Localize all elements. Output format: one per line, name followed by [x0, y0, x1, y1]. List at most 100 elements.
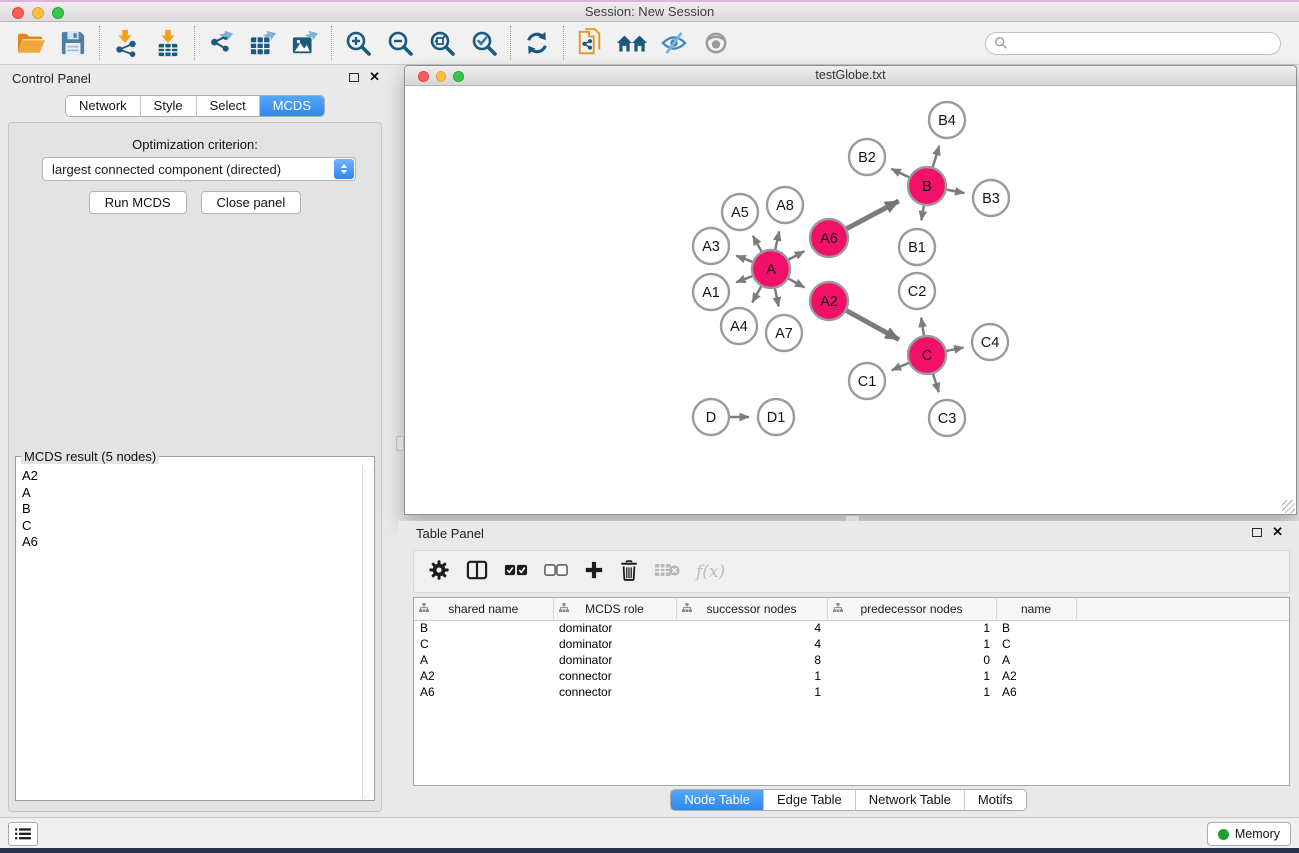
table-cell[interactable]: A2: [996, 668, 1076, 684]
select-all-rows-button[interactable]: [504, 564, 528, 579]
zoom-in-button[interactable]: [337, 24, 379, 62]
table-row[interactable]: Adominator80A: [414, 652, 1290, 668]
mcds-result-list[interactable]: A2ABCA6: [17, 466, 361, 799]
task-list-button[interactable]: [8, 822, 38, 846]
network-window-titlebar[interactable]: testGlobe.txt: [405, 66, 1296, 86]
tab-motifs[interactable]: Motifs: [964, 790, 1026, 810]
table-row[interactable]: A6connector11A6: [414, 684, 1290, 700]
table-cell[interactable]: 4: [676, 620, 827, 636]
mcds-result-item[interactable]: C: [22, 518, 361, 535]
mcds-result-item[interactable]: A6: [22, 534, 361, 551]
mcds-result-item[interactable]: A: [22, 485, 361, 502]
table-cell[interactable]: connector: [553, 684, 676, 700]
table-row[interactable]: Cdominator41C: [414, 636, 1290, 652]
deselect-all-rows-button[interactable]: [544, 564, 568, 579]
mcds-result-item[interactable]: B: [22, 501, 361, 518]
home-layout-button[interactable]: [611, 24, 653, 62]
table-cell[interactable]: dominator: [553, 620, 676, 636]
column-header-successor-nodes[interactable]: successor nodes: [676, 598, 827, 620]
import-network-button[interactable]: [105, 24, 147, 62]
mcds-result-item[interactable]: A2: [22, 468, 361, 485]
table-cell[interactable]: B: [414, 620, 553, 636]
tab-network-table[interactable]: Network Table: [855, 790, 964, 810]
tab-select[interactable]: Select: [196, 96, 259, 116]
graph-edge-B-B4[interactable]: [932, 146, 939, 170]
table-cell[interactable]: 1: [827, 668, 996, 684]
criterion-select[interactable]: largest connected component (directed): [42, 157, 356, 181]
table-cell[interactable]: A2: [414, 668, 553, 684]
run-mcds-button[interactable]: Run MCDS: [89, 191, 187, 214]
table-settings-button[interactable]: [428, 559, 450, 584]
result-scrollbar[interactable]: [362, 466, 373, 799]
statusbar: Memory: [0, 817, 1299, 848]
graph-edge-C-C3[interactable]: [932, 371, 939, 392]
column-header-name[interactable]: name: [996, 598, 1076, 620]
tab-node-table[interactable]: Node Table: [671, 790, 763, 810]
close-panel-icon[interactable]: ✕: [369, 72, 380, 82]
save-session-button[interactable]: [52, 24, 94, 62]
column-header-predecessor-nodes[interactable]: predecessor nodes: [827, 598, 996, 620]
table-row[interactable]: A2connector11A2: [414, 668, 1290, 684]
add-column-button[interactable]: [584, 560, 604, 583]
tab-style[interactable]: Style: [140, 96, 196, 116]
graph-edge-A-A4[interactable]: [752, 284, 762, 303]
search-input[interactable]: [1008, 34, 1280, 53]
vertical-splitter-handle[interactable]: [396, 436, 404, 451]
close-panel-button[interactable]: Close panel: [201, 191, 302, 214]
titlebar: Session: New Session: [0, 0, 1299, 22]
delete-column-button[interactable]: [620, 560, 638, 584]
table-cell[interactable]: 8: [676, 652, 827, 668]
zoom-out-button[interactable]: [379, 24, 421, 62]
table-cell[interactable]: 1: [676, 668, 827, 684]
window-resize-grip[interactable]: [1282, 500, 1295, 513]
graph-edge-A-A8[interactable]: [775, 231, 780, 252]
graph-edge-A6-B[interactable]: [844, 201, 899, 230]
tab-network[interactable]: Network: [66, 96, 140, 116]
table-cell[interactable]: 1: [676, 684, 827, 700]
column-view-button[interactable]: [466, 560, 488, 583]
show-panels-button[interactable]: [695, 24, 737, 62]
export-network-button[interactable]: [200, 24, 242, 62]
duplicate-network-button[interactable]: [569, 24, 611, 62]
two-houses-icon: [616, 31, 648, 55]
refresh-view-button[interactable]: [516, 24, 558, 62]
table-cell[interactable]: C: [414, 636, 553, 652]
table-cell[interactable]: 0: [827, 652, 996, 668]
tab-mcds[interactable]: MCDS: [259, 96, 324, 116]
table-cell[interactable]: C: [996, 636, 1076, 652]
column-header-shared-name[interactable]: shared name: [414, 598, 553, 620]
graph-edge-B-B2[interactable]: [891, 169, 911, 179]
delete-table-button[interactable]: [654, 562, 680, 581]
function-builder-button[interactable]: f(x): [696, 562, 725, 582]
table-cell[interactable]: B: [996, 620, 1076, 636]
tab-edge-table[interactable]: Edge Table: [763, 790, 855, 810]
table-cell[interactable]: connector: [553, 668, 676, 684]
close-table-panel-icon[interactable]: ✕: [1272, 527, 1283, 537]
table-cell[interactable]: A6: [996, 684, 1076, 700]
table-row[interactable]: Bdominator41B: [414, 620, 1290, 636]
table-cell[interactable]: A6: [414, 684, 553, 700]
table-cell[interactable]: 1: [827, 636, 996, 652]
open-file-button[interactable]: [10, 24, 52, 62]
float-table-panel-icon[interactable]: [1252, 528, 1262, 537]
zoom-fit-button[interactable]: [421, 24, 463, 62]
float-panel-icon[interactable]: [349, 73, 359, 82]
hide-panels-button[interactable]: [653, 24, 695, 62]
table-cell[interactable]: A: [414, 652, 553, 668]
graph-edge-C-C1[interactable]: [892, 362, 912, 371]
export-table-button[interactable]: [242, 24, 284, 62]
table-cell[interactable]: 1: [827, 684, 996, 700]
graph-edge-A2-C[interactable]: [844, 309, 899, 339]
zoom-selected-button[interactable]: [463, 24, 505, 62]
table-cell[interactable]: 4: [676, 636, 827, 652]
table-cell[interactable]: 1: [827, 620, 996, 636]
table-cell[interactable]: A: [996, 652, 1076, 668]
table-cell[interactable]: dominator: [553, 636, 676, 652]
column-header-MCDS-role[interactable]: MCDS role: [553, 598, 676, 620]
export-image-button[interactable]: [284, 24, 326, 62]
table-cell[interactable]: dominator: [553, 652, 676, 668]
delete-table-icon: [654, 562, 680, 578]
import-table-button[interactable]: [147, 24, 189, 62]
network-canvas[interactable]: AA6A2BCA1A3A4A5A7A8B1B2B3B4C1C2C3C4DD1: [405, 86, 1296, 514]
memory-button[interactable]: Memory: [1207, 822, 1291, 846]
